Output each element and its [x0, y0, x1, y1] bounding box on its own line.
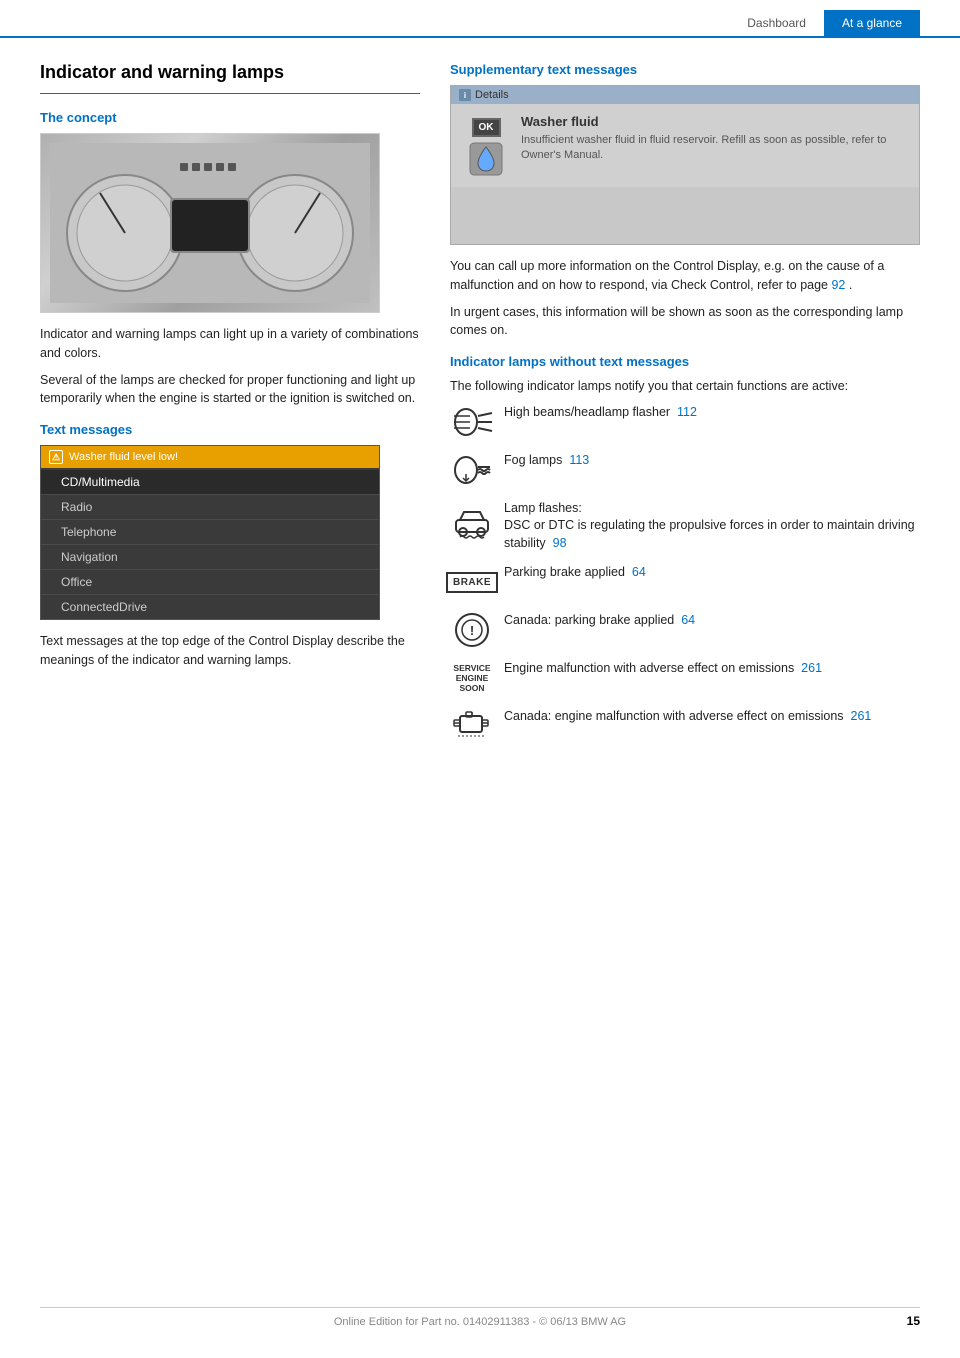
lamp-label-fog: Fog lamps: [504, 453, 562, 467]
lamp-ref-service-engine: 261: [801, 661, 822, 675]
menu-item-4[interactable]: Office: [41, 570, 379, 595]
menu-header-bar: ⚠ Washer fluid level low!: [41, 446, 379, 468]
svg-text:i: i: [464, 91, 466, 100]
menu-screenshot: ⚠ Washer fluid level low! CD/Multimedia …: [40, 445, 380, 620]
supp-text1: You can call up more information on the …: [450, 257, 920, 295]
lamp-label-engine-canada: Canada: engine malfunction with adverse …: [504, 709, 844, 723]
menu-item-2[interactable]: Telephone: [41, 520, 379, 545]
menu-header-text: Washer fluid level low!: [69, 451, 178, 463]
lamp-item-parking-canada: ! Canada: parking brake applied 64: [450, 612, 920, 648]
menu-items-list: CD/Multimedia Radio Telephone Navigation…: [41, 468, 379, 620]
details-label: Details: [475, 89, 509, 101]
ok-badge: OK: [472, 118, 501, 137]
brake-badge: BRAKE: [446, 572, 498, 593]
lamp-ref-brake: 64: [632, 565, 646, 579]
supp-text1-span: You can call up more information on the …: [450, 259, 884, 292]
menu-item-3[interactable]: Navigation: [41, 545, 379, 570]
lamp-item-high-beam: High beams/headlamp flasher 112: [450, 404, 920, 440]
high-beam-svg: [452, 406, 492, 438]
page-number: 15: [907, 1314, 920, 1328]
supp-ref1: 92: [831, 278, 845, 292]
lamp-label-service-engine: Engine malfunction with adverse effect o…: [504, 661, 794, 675]
supp-screenshot: i Details OK Washer fluid: [450, 85, 920, 245]
supp-text1-end: .: [849, 278, 852, 292]
lamp-ref-parking-canada: 64: [681, 613, 695, 627]
lamp-item-fog: Fog lamps 113: [450, 452, 920, 488]
page-container: Dashboard At a glance Indicator and warn…: [0, 0, 960, 1358]
washer-fluid-icon: [468, 141, 504, 177]
lamp-text-engine-canada: Canada: engine malfunction with adverse …: [504, 708, 920, 726]
subsection-supp: Supplementary text messages: [450, 62, 920, 77]
lamp-ref-dsc: 98: [553, 536, 567, 550]
lamp-text-parking-canada: Canada: parking brake applied 64: [504, 612, 920, 630]
concept-text2: Several of the lamps are checked for pro…: [40, 371, 420, 409]
lamp-ref-fog: 113: [569, 453, 589, 467]
service-engine-icon: SERVICEENGINESOON: [450, 660, 494, 696]
supp-title: Washer fluid: [521, 114, 909, 129]
brake-icon: BRAKE: [450, 564, 494, 600]
engine-canada-svg: [452, 708, 492, 744]
dsc-icon: [450, 500, 494, 536]
warning-icon: ⚠: [49, 450, 63, 464]
lamp-text-service-engine: Engine malfunction with adverse effect o…: [504, 660, 920, 678]
right-column: Supplementary text messages i Details OK: [450, 62, 920, 756]
cluster-svg: [50, 143, 370, 303]
lamp-text-fog: Fog lamps 113: [504, 452, 920, 470]
details-icon: i: [459, 89, 471, 101]
menu-item-0[interactable]: CD/Multimedia: [41, 470, 379, 495]
menu-item-5[interactable]: ConnectedDrive: [41, 595, 379, 620]
left-column: Indicator and warning lamps The concept: [40, 62, 420, 756]
indicator-intro: The following indicator lamps notify you…: [450, 377, 920, 396]
lamp-ref-engine-canada: 261: [851, 709, 872, 723]
engine-canada-icon: [450, 708, 494, 744]
lamp-text-brake: Parking brake applied 64: [504, 564, 920, 582]
parking-canada-svg: !: [454, 612, 490, 648]
lamp-item-engine-canada: Canada: engine malfunction with adverse …: [450, 708, 920, 744]
divider: [40, 93, 420, 94]
indicator-section: High beams/headlamp flasher 112: [450, 404, 920, 745]
tab-at-a-glance[interactable]: At a glance: [824, 10, 920, 36]
dsc-svg: [452, 498, 492, 538]
tab-dashboard[interactable]: Dashboard: [729, 10, 824, 36]
concept-text1: Indicator and warning lamps can light up…: [40, 325, 420, 363]
service-badge: SERVICEENGINESOON: [453, 663, 490, 694]
high-beam-icon: [450, 404, 494, 440]
main-content: Indicator and warning lamps The concept: [0, 38, 960, 756]
subsection-text-messages: Text messages: [40, 422, 420, 437]
page-footer: Online Edition for Part no. 01402911383 …: [40, 1307, 920, 1328]
supp-content-area: OK Washer fluid Insufficient washer flui…: [451, 104, 919, 187]
lamp-ref-high-beam: 112: [677, 405, 697, 419]
supp-text2: In urgent cases, this information will b…: [450, 303, 920, 341]
subsection-concept: The concept: [40, 110, 420, 125]
lamp-item-brake: BRAKE Parking brake applied 64: [450, 564, 920, 600]
footer-text: Online Edition for Part no. 01402911383 …: [334, 1316, 626, 1328]
header-tabs: Dashboard At a glance: [0, 0, 960, 38]
lamp-label-brake: Parking brake applied: [504, 565, 625, 579]
fog-lamp-icon: [450, 452, 494, 488]
supp-body-text: Insufficient washer fluid in fluid reser…: [521, 133, 909, 164]
supp-details-bar: i Details: [451, 86, 919, 104]
lamp-label-high-beam: High beams/headlamp flasher: [504, 405, 670, 419]
svg-text:!: !: [470, 623, 474, 638]
dashboard-image: [40, 133, 380, 313]
supp-text-area: Washer fluid Insufficient washer fluid i…: [521, 114, 909, 164]
page-title: Indicator and warning lamps: [40, 62, 420, 83]
supp-icon-area: OK: [461, 114, 511, 177]
lamp-item-service-engine: SERVICEENGINESOON Engine malfunction wit…: [450, 660, 920, 696]
parking-canada-icon: !: [450, 612, 494, 648]
fog-lamp-svg: [452, 454, 492, 486]
lamp-text-high-beam: High beams/headlamp flasher 112: [504, 404, 920, 422]
menu-item-1[interactable]: Radio: [41, 495, 379, 520]
text-messages-body: Text messages at the top edge of the Con…: [40, 632, 420, 670]
lamp-label-parking-canada: Canada: parking brake applied: [504, 613, 674, 627]
lamp-item-dsc: Lamp flashes: DSC or DTC is regulating t…: [450, 500, 920, 553]
subsection-indicator: Indicator lamps without text messages: [450, 354, 920, 369]
dashboard-inner: [41, 134, 379, 312]
lamp-text-dsc: Lamp flashes: DSC or DTC is regulating t…: [504, 500, 920, 553]
